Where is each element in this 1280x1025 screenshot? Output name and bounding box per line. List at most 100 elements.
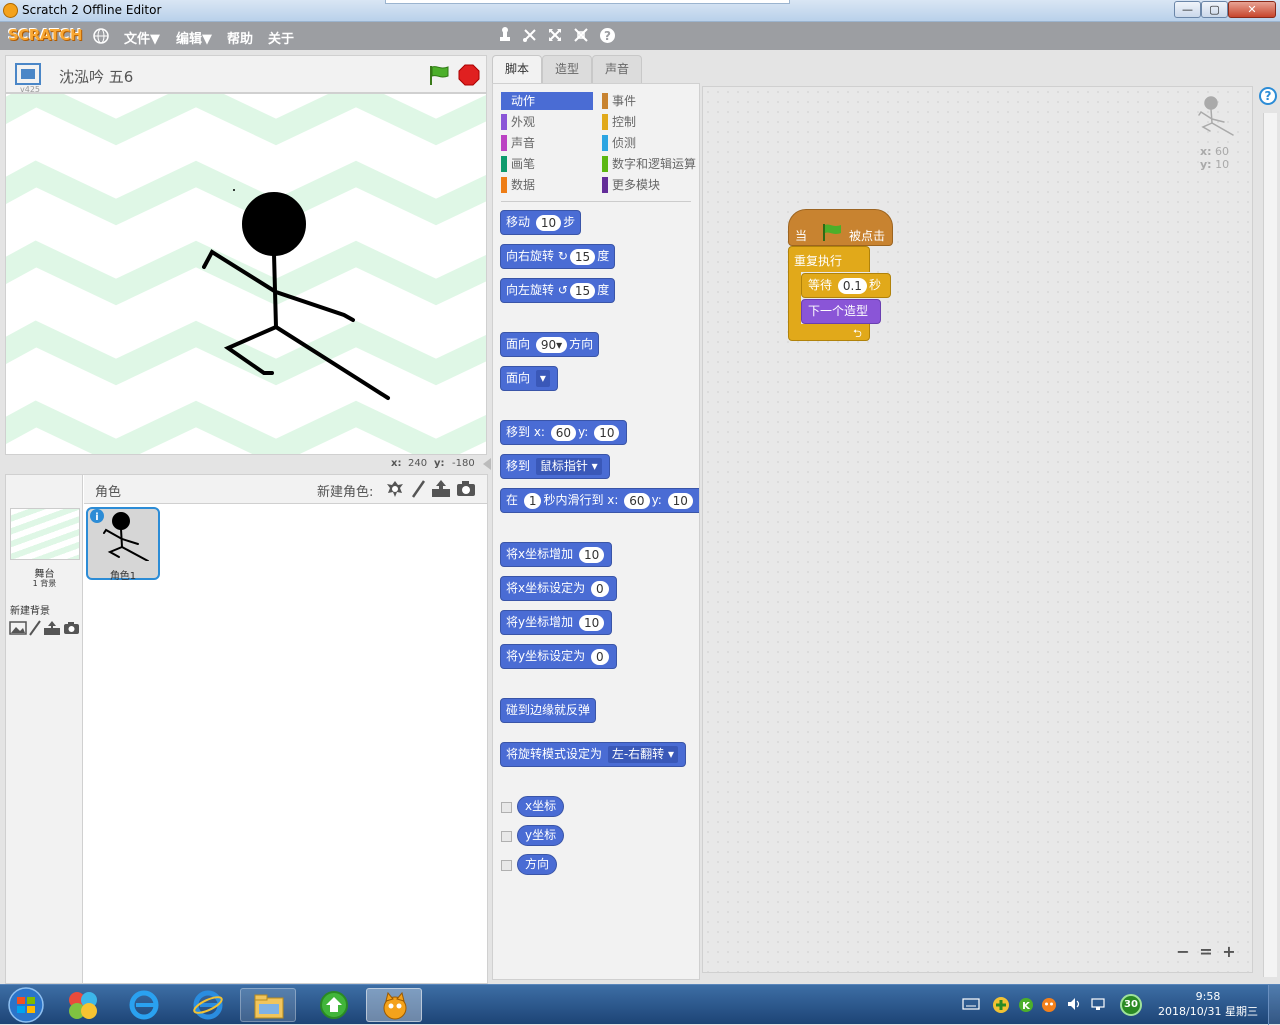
menu-help[interactable]: 帮助: [227, 28, 253, 47]
category-sound[interactable]: 声音: [501, 134, 593, 152]
tab-costumes[interactable]: 造型: [542, 55, 592, 83]
stop-icon[interactable]: [458, 64, 480, 86]
green-flag-icon[interactable]: [428, 64, 450, 86]
show-desktop-button[interactable]: [1268, 985, 1280, 1025]
tips-help-button[interactable]: ?: [1259, 87, 1277, 105]
block-dropdown[interactable]: ▾: [535, 370, 550, 387]
zoom-in-button[interactable]: +: [1219, 942, 1239, 962]
presentation-mode-icon[interactable]: [15, 63, 41, 85]
block-set-rotation-style[interactable]: 将旋转模式设定为 左-右翻转 ▾: [500, 742, 687, 767]
upload-sprite-icon[interactable]: [431, 479, 451, 499]
sprite-library-icon[interactable]: [385, 479, 405, 499]
project-name[interactable]: 沈泓吟 五6: [59, 66, 133, 87]
block-input[interactable]: 15: [569, 282, 596, 299]
block-dropdown[interactable]: 左-右翻转 ▾: [607, 746, 679, 763]
start-button-icon[interactable]: [6, 987, 46, 1023]
tray-badge[interactable]: 30: [1120, 994, 1142, 1016]
minimize-button[interactable]: —: [1174, 1, 1201, 18]
block-input[interactable]: 10: [667, 492, 693, 509]
taskbar-scratch[interactable]: [366, 988, 422, 1022]
zoom-out-button[interactable]: −: [1173, 942, 1193, 962]
block-set-x[interactable]: 将x坐标设定为 0: [500, 576, 617, 601]
block-turn-left[interactable]: 向左旋转 ↺ 15 度: [500, 278, 616, 303]
tab-sounds[interactable]: 声音: [592, 55, 642, 83]
globe-icon[interactable]: [92, 27, 110, 45]
clock[interactable]: 9:58 2018/10/31 星期三: [1150, 989, 1266, 1019]
wait-block[interactable]: 等待 0.1 秒: [801, 273, 891, 298]
block-move-steps[interactable]: 移动 10 步: [500, 210, 582, 235]
block-point-towards[interactable]: 面向 ▾: [500, 366, 558, 391]
tray-k-icon[interactable]: K: [1018, 997, 1034, 1013]
tab-scripts[interactable]: 脚本: [492, 55, 542, 83]
reporter-x-position[interactable]: x坐标: [517, 796, 565, 817]
block-input[interactable]: 60: [550, 424, 577, 441]
block-input[interactable]: 10: [578, 614, 605, 631]
block-bounce-on-edge[interactable]: 碰到边缘就反弹: [500, 698, 597, 723]
camera-sprite-icon[interactable]: [456, 480, 476, 498]
maximize-button[interactable]: ▢: [1201, 1, 1228, 18]
block-input[interactable]: 1: [523, 492, 542, 509]
grow-icon[interactable]: [547, 27, 563, 43]
block-dropdown[interactable]: 鼠标指针 ▾: [535, 458, 602, 475]
colorful-app-icon[interactable]: [66, 989, 100, 1021]
category-control[interactable]: 控制: [602, 113, 699, 131]
menu-file[interactable]: 文件▼: [124, 28, 160, 47]
block-help-icon[interactable]: ?: [599, 27, 616, 44]
volume-icon[interactable]: [1066, 996, 1082, 1012]
ie-browser-icon-2[interactable]: [192, 989, 224, 1021]
when-flag-clicked-hat[interactable]: 当 被点击: [788, 209, 893, 246]
block-input[interactable]: 10: [578, 546, 605, 563]
block-input[interactable]: 0.1: [837, 277, 867, 294]
next-costume-block[interactable]: 下一个造型: [801, 299, 881, 324]
paint-backdrop-icon[interactable]: [28, 620, 42, 636]
scratch-logo[interactable]: SCRATCH: [8, 26, 83, 44]
duplicate-stamp-icon[interactable]: [497, 27, 513, 43]
taskbar-explorer[interactable]: [240, 988, 296, 1022]
close-button[interactable]: ✕: [1228, 1, 1276, 18]
keyboard-icon[interactable]: [962, 997, 980, 1011]
scripts-area[interactable]: x: 60 y: 10 当 被点击 重复执行 ⮌ 等待 0.1 秒 下一个造型 −…: [702, 86, 1253, 973]
stage-canvas[interactable]: [5, 93, 487, 455]
checkbox-y-position[interactable]: [501, 831, 512, 842]
tray-app-icon[interactable]: [1040, 995, 1058, 1013]
paint-sprite-icon[interactable]: [410, 479, 426, 499]
block-input[interactable]: 15: [569, 248, 596, 265]
camera-backdrop-icon[interactable]: [63, 621, 80, 635]
category-data[interactable]: 数据: [501, 176, 593, 194]
delete-scissors-icon[interactable]: [522, 27, 538, 43]
category-events[interactable]: 事件: [602, 92, 699, 110]
block-goto[interactable]: 移到 鼠标指针 ▾: [500, 454, 610, 479]
zoom-reset-button[interactable]: =: [1196, 942, 1216, 962]
category-sensing[interactable]: 侦测: [602, 134, 699, 152]
category-motion[interactable]: 动作: [501, 92, 593, 110]
category-pen[interactable]: 画笔: [501, 155, 593, 173]
tray-plus-icon[interactable]: [992, 996, 1010, 1014]
checkbox-x-position[interactable]: [501, 802, 512, 813]
stage-thumbnail[interactable]: [10, 508, 80, 560]
shrink-icon[interactable]: [573, 27, 589, 43]
block-goto-xy[interactable]: 移到 x: 60 y: 10: [500, 420, 628, 445]
block-input[interactable]: 60: [624, 492, 650, 509]
scrollbar-track[interactable]: [1263, 113, 1277, 977]
category-operators[interactable]: 数字和逻辑运算: [602, 155, 699, 173]
block-input[interactable]: 0: [590, 580, 609, 597]
category-looks[interactable]: 外观: [501, 113, 593, 131]
category-more-blocks[interactable]: 更多模块: [602, 176, 699, 194]
block-point-in-direction[interactable]: 面向 90▾ 方向: [500, 332, 600, 357]
block-change-y[interactable]: 将y坐标增加 10: [500, 610, 613, 635]
block-change-x[interactable]: 将x坐标增加 10: [500, 542, 613, 567]
reporter-direction[interactable]: 方向: [517, 854, 558, 875]
block-input[interactable]: 10: [594, 424, 620, 441]
block-input[interactable]: 10: [535, 214, 562, 231]
sprite-thumbnail-selected[interactable]: i 角色1: [86, 507, 160, 582]
ie-browser-icon[interactable]: [128, 989, 160, 1021]
network-icon[interactable]: [1090, 996, 1106, 1012]
backdrop-library-icon[interactable]: [9, 620, 27, 636]
block-turn-right[interactable]: 向右旋转 ↻ 15 度: [500, 244, 616, 269]
menu-edit[interactable]: 编辑▼: [176, 28, 212, 47]
reporter-y-position[interactable]: y坐标: [517, 825, 565, 846]
menu-about[interactable]: 关于: [268, 28, 294, 47]
block-glide[interactable]: 在 1 秒内滑行到 x: 60 y: 10: [500, 488, 699, 513]
block-input[interactable]: 0: [590, 648, 609, 665]
upload-backdrop-icon[interactable]: [43, 620, 61, 636]
